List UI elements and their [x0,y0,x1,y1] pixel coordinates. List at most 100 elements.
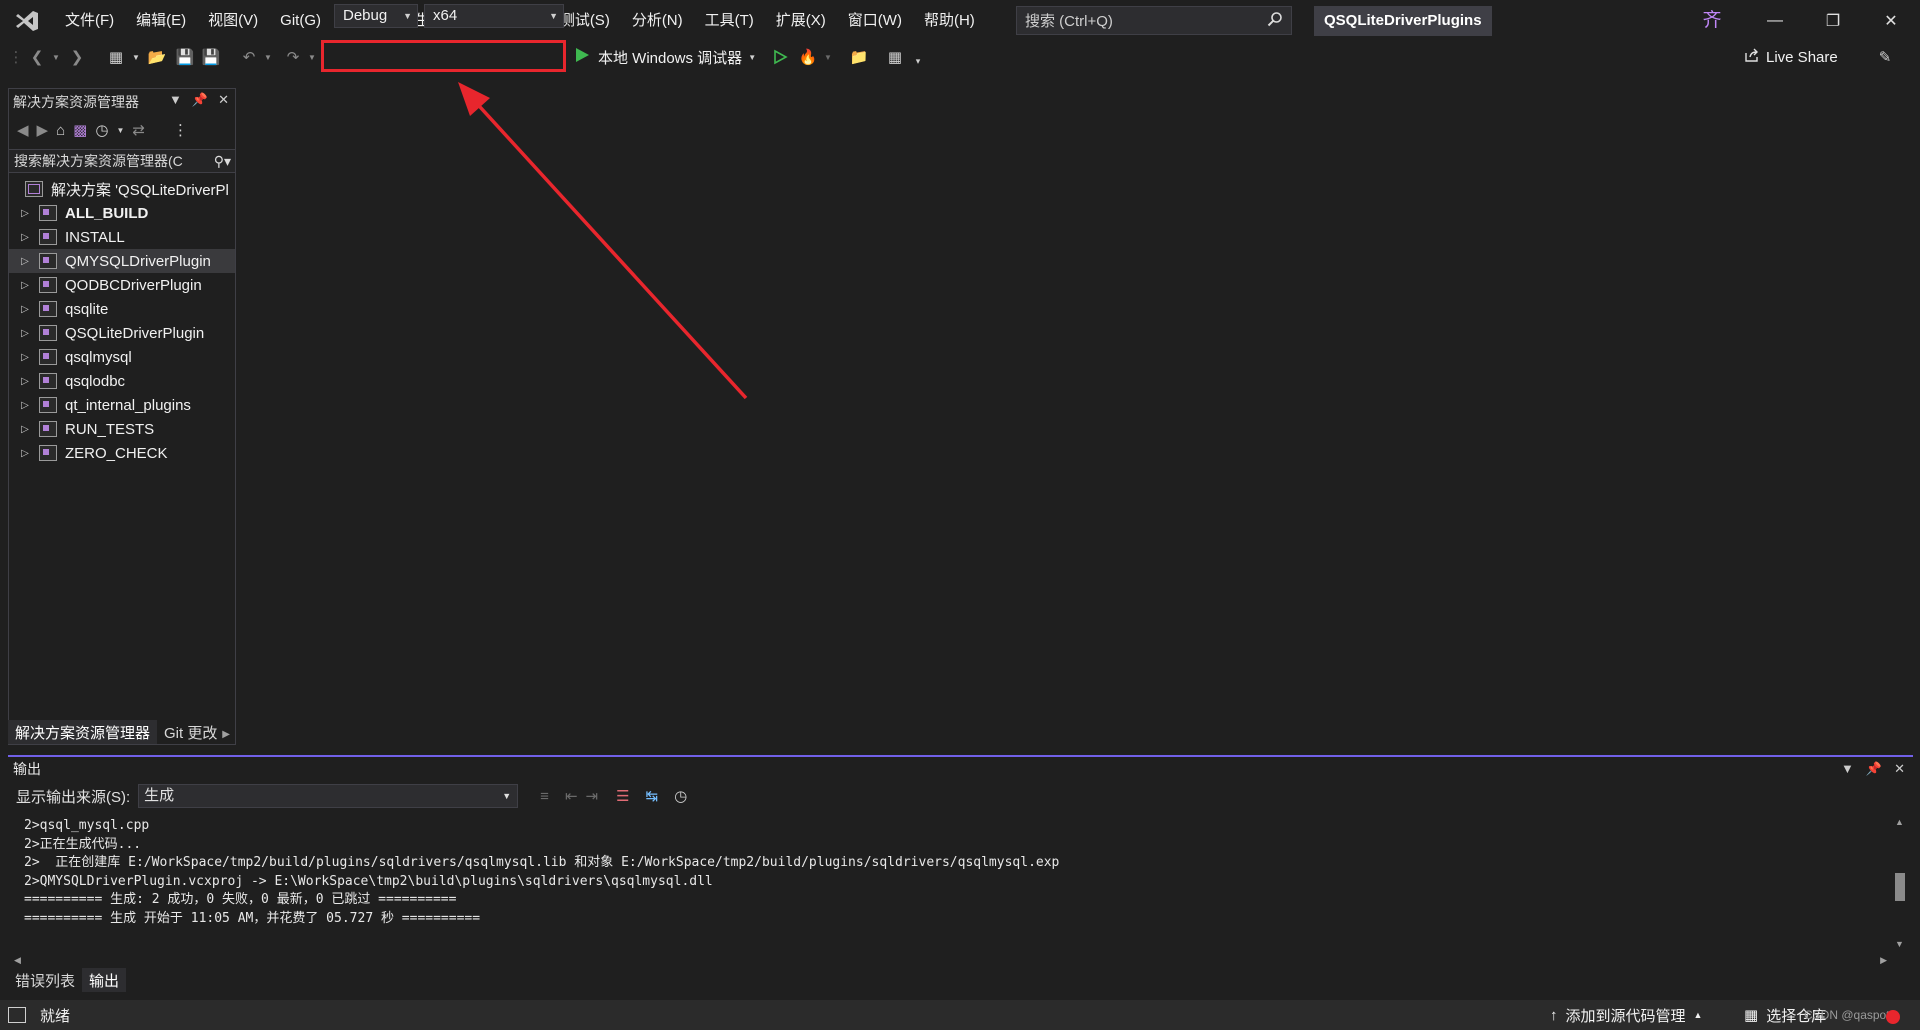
next-message-icon[interactable]: ⇥ [586,787,599,805]
project-node[interactable]: ▷ qsqlite [9,297,235,321]
menu-extensions[interactable]: 扩展(X) [765,0,837,42]
project-node[interactable]: ▷ QODBCDriverPlugin [9,273,235,297]
menu-git[interactable]: Git(G) [269,0,332,42]
redo-dropdown-icon[interactable]: ▼ [306,46,318,68]
tab-output[interactable]: 输出 [82,968,127,992]
menu-tools[interactable]: 工具(T) [694,0,765,42]
new-project-icon[interactable]: ▦ [104,46,128,68]
user-avatar-icon[interactable]: 齐 [1700,9,1724,33]
project-node[interactable]: ▷ qt_internal_plugins [9,393,235,417]
start-debugging-button[interactable]: 本地 Windows 调试器 ▼ [574,45,756,69]
project-node[interactable]: ▷ QSQLiteDriverPlugin [9,321,235,345]
solution-root-node[interactable]: 解决方案 'QSQLiteDriverPl [9,177,235,201]
panel-options-icon[interactable]: ▼ [169,92,182,108]
save-icon[interactable]: 💾 [174,46,196,68]
hot-reload-icon[interactable]: 🔥 [798,46,818,68]
back-icon[interactable]: ◀ [17,121,29,139]
expand-chevron-icon[interactable]: ▷ [13,376,37,387]
vertical-scrollbar[interactable]: ▲ ▼ [1891,815,1909,951]
timestamp-icon[interactable]: ◷ [674,787,687,805]
nav-forward-icon[interactable]: ❯ [66,46,88,68]
chevron-down-icon[interactable]: ▼ [748,53,756,62]
pending-changes-filter-icon[interactable]: ◷ [95,121,108,139]
project-node[interactable]: ▷ INSTALL [9,225,235,249]
menu-edit[interactable]: 编辑(E) [125,0,197,42]
new-project-dropdown-icon[interactable]: ▼ [130,46,142,68]
minimize-icon[interactable]: — [1746,0,1804,42]
scroll-left-icon[interactable]: ◀ [14,955,21,966]
redo-icon[interactable]: ↷ [282,46,304,68]
sync-icon[interactable]: ⇄ [132,121,145,139]
solution-configuration-select[interactable]: Debug ▼ [334,4,418,28]
panel-close-icon[interactable]: ✕ [218,92,229,108]
undo-icon[interactable]: ↶ [238,46,260,68]
expand-chevron-icon[interactable]: ▷ [13,448,37,459]
pin-icon[interactable]: 📌 [1866,761,1882,777]
output-text[interactable]: 2>qsql_mysql.cpp 2>正在生成代码... 2> 正在创建库 E:/W… [24,817,1059,928]
notification-icon[interactable] [8,1007,26,1023]
expand-chevron-icon[interactable]: ▷ [13,352,37,363]
menu-window[interactable]: 窗口(W) [837,0,913,42]
open-folder-icon[interactable]: 📂 [146,46,168,68]
project-node[interactable]: ▷ qsqlmysql [9,345,235,369]
word-wrap-icon[interactable]: ↹ [646,787,659,805]
save-all-icon[interactable]: 💾 [200,46,222,68]
previous-message-icon[interactable]: ⇤ [565,787,578,805]
live-share-button[interactable]: Live Share [1744,47,1838,67]
scrollbar-thumb[interactable] [1895,873,1905,901]
find-message-icon[interactable]: ≡ [540,788,549,805]
home-icon[interactable]: ⌂ [56,122,65,139]
start-without-debugging-icon[interactable] [770,46,790,68]
menu-analyze[interactable]: 分析(N) [621,0,694,42]
menu-view[interactable]: 视图(V) [197,0,269,42]
scroll-up-icon[interactable]: ▲ [1895,817,1904,827]
nav-back-icon[interactable]: ❮ [26,46,48,68]
add-to-source-control-button[interactable]: ↑ 添加到源代码管理 ▲ [1550,1005,1702,1026]
expand-chevron-icon[interactable]: ▷ [13,304,37,315]
expand-chevron-icon[interactable]: ▷ [13,256,37,267]
scroll-right-icon[interactable]: ▶ [1880,955,1887,966]
menu-file[interactable]: 文件(F) [54,0,125,42]
project-node[interactable]: ▷ ALL_BUILD [9,201,235,225]
project-node[interactable]: ▷ RUN_TESTS [9,417,235,441]
scroll-down-icon[interactable]: ▼ [1895,939,1904,949]
solution-name-badge[interactable]: QSQLiteDriverPlugins [1314,6,1492,36]
window-layout-icon[interactable]: ▦ [884,46,906,68]
expand-chevron-icon[interactable]: ▷ [13,280,37,291]
project-node[interactable]: ▷ QMYSQLDriverPlugin [9,249,235,273]
switch-views-icon[interactable]: ▩ [73,121,87,139]
filter-dropdown-icon[interactable]: ▼ [116,126,124,135]
tab-solution-explorer[interactable]: 解决方案资源管理器 [8,720,158,744]
output-source-select[interactable]: 生成 ▼ [138,784,519,808]
more-icon[interactable]: ⋮ [173,121,188,139]
tab-git-changes[interactable]: Git 更改 [157,720,224,744]
solution-search-input[interactable]: 搜索解决方案资源管理器(C ⚲▾ [9,149,235,173]
expand-chevron-icon[interactable]: ▷ [13,424,37,435]
search-input[interactable]: 搜索 (Ctrl+Q) [1016,6,1292,35]
expand-chevron-icon[interactable]: ▷ [13,232,37,243]
solution-platform-select[interactable]: x64 ▼ [424,4,564,28]
solution-root-label: 解决方案 'QSQLiteDriverPl [51,181,229,199]
close-icon[interactable]: ✕ [1862,0,1920,42]
pin-icon[interactable]: 📌 [192,92,208,108]
nav-back-dropdown-icon[interactable]: ▼ [50,46,62,68]
panel-close-icon[interactable]: ✕ [1894,761,1905,777]
undo-dropdown-icon[interactable]: ▼ [262,46,274,68]
project-node[interactable]: ▷ ZERO_CHECK [9,441,235,465]
clear-all-icon[interactable]: ☰ [616,787,629,805]
tab-error-list[interactable]: 错误列表 [8,968,82,992]
toolbar-options-icon[interactable]: ▾ [912,50,924,72]
horizontal-scrollbar[interactable]: ◀ ▶ [8,953,1913,969]
feedback-icon[interactable]: ✎ [1874,46,1896,68]
expand-chevron-icon[interactable]: ▷ [13,208,37,219]
restore-icon[interactable]: ❐ [1804,0,1862,42]
panel-options-icon[interactable]: ▼ [1841,761,1854,777]
forward-icon[interactable]: ▶ [37,121,49,139]
menu-help[interactable]: 帮助(H) [913,0,986,42]
expand-chevron-icon[interactable]: ▷ [13,400,37,411]
hot-reload-dropdown-icon[interactable]: ▼ [822,46,834,68]
project-node[interactable]: ▷ qsqlodbc [9,369,235,393]
notification-badge[interactable] [1886,1010,1900,1024]
file-explorer-icon[interactable]: 📁 [848,46,870,68]
expand-chevron-icon[interactable]: ▷ [13,328,37,339]
